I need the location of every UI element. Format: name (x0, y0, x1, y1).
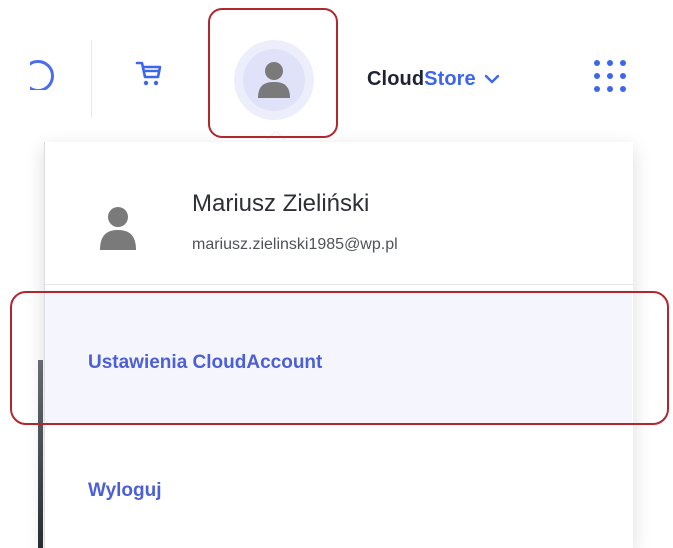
chevron-down-icon (484, 73, 500, 85)
avatar (243, 49, 305, 111)
dropdown-caret (266, 132, 286, 142)
account-settings-label: Ustawienia CloudAccount (88, 352, 323, 373)
cart-button[interactable] (126, 50, 172, 96)
user-avatar-icon (258, 62, 290, 98)
logout-label: Wyloguj (88, 480, 162, 501)
toolbar-divider (91, 40, 92, 118)
background-image-edge (38, 360, 43, 548)
user-name: Mariusz Zieliński (192, 190, 370, 217)
top-bar: Cloud Store (0, 0, 673, 142)
user-avatar-icon (98, 204, 138, 252)
shopping-cart-icon (135, 61, 162, 86)
brand-cloud-text: Cloud (367, 67, 425, 90)
account-avatar-button[interactable] (234, 40, 314, 120)
help-icon[interactable] (30, 58, 58, 90)
brand-store-text: Store (424, 67, 476, 90)
store-switcher[interactable]: Cloud Store (367, 62, 500, 96)
user-email: mariusz.zielinski1985@wp.pl (192, 236, 398, 253)
app-grid-icon[interactable] (588, 56, 632, 100)
